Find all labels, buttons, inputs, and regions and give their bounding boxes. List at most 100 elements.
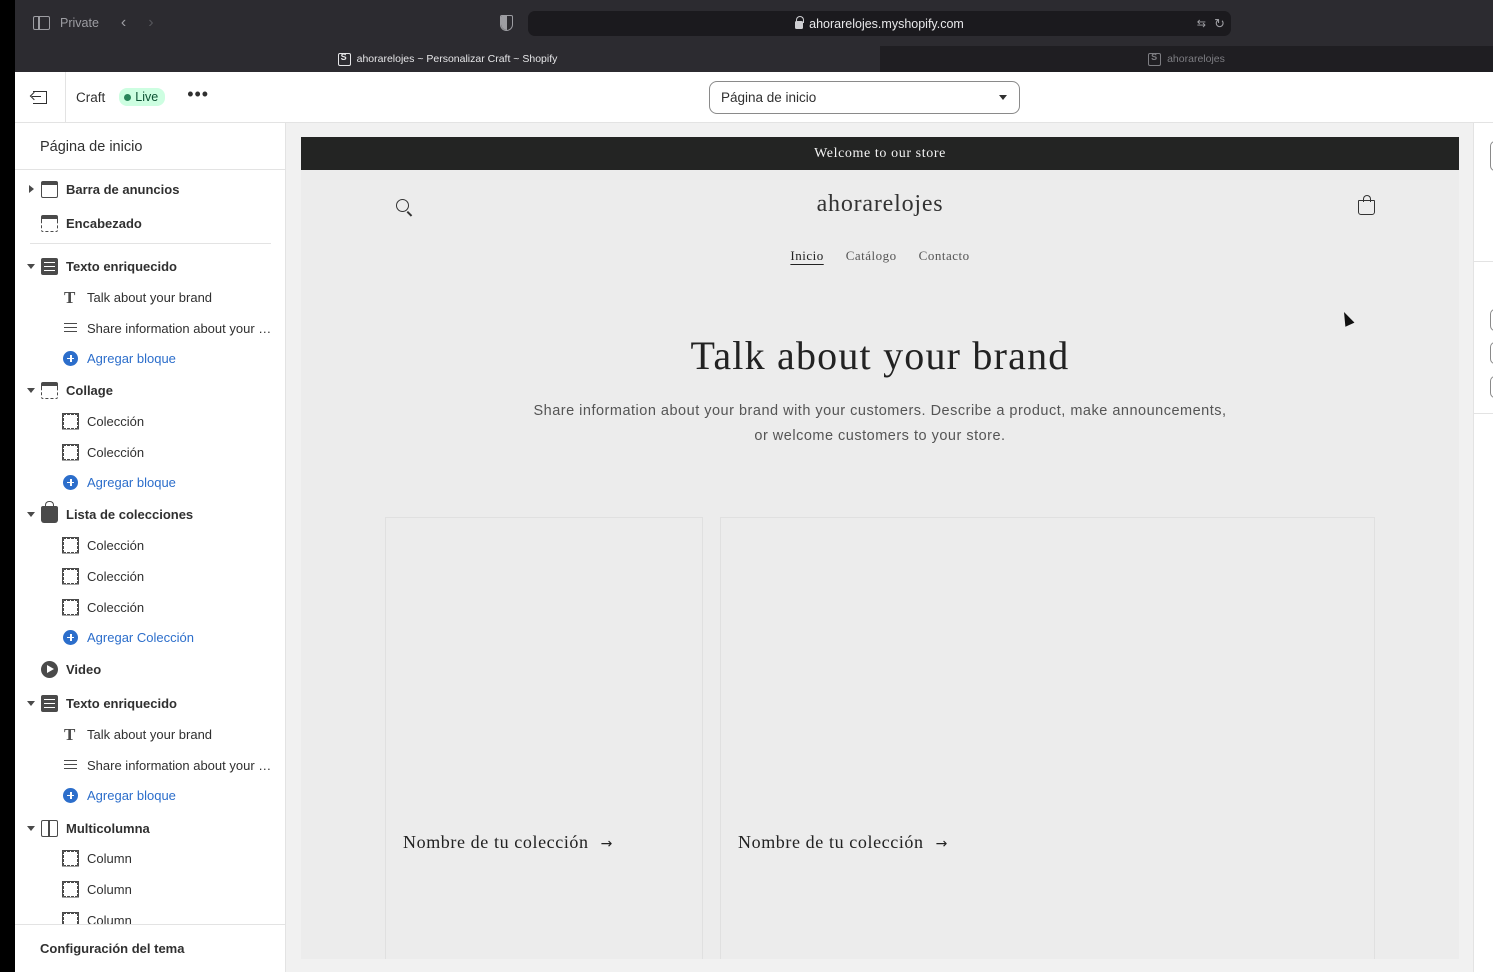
store-logo[interactable]: ahorarelojes [301,191,1459,218]
block-column[interactable]: Column [15,844,285,872]
section-multicolumn[interactable]: Multicolumna [15,814,285,842]
section-label: Video [66,661,102,677]
add-collection-button[interactable]: Agregar Colección [15,623,285,651]
theme-settings-link[interactable]: Configuración del tema [40,941,184,956]
tab-title: ahorarelojes ~ Personalizar Craft ~ Shop… [356,53,558,65]
block-collection[interactable]: Colección [15,531,285,559]
exit-icon [32,90,47,104]
browser-sidebar-icon[interactable] [33,16,50,30]
nav-link-catalog[interactable]: Catálogo [846,248,897,264]
block-collection[interactable]: Colección [15,407,285,435]
section-label: Multicolumna [66,820,150,836]
collapse-arrow-icon[interactable] [27,825,35,831]
block-label: Colección [87,413,145,429]
arrow-right-icon: → [600,836,613,852]
address-bar[interactable]: ahorarelojes.myshopify.com ⇆ ↻ [528,11,1231,36]
editor-topbar: Craft Live ••• Página de inicio [15,71,1493,123]
collapse-arrow-icon[interactable] [27,700,35,706]
block-heading[interactable]: Talk about your brand [15,720,285,748]
cart-icon[interactable] [1358,195,1375,215]
tab-editor[interactable]: ahorarelojes ~ Personalizar Craft ~ Shop… [15,46,880,72]
section-collection-list[interactable]: Lista de colecciones [15,500,285,528]
forward-icon[interactable]: › [148,14,153,32]
rich-text-icon [41,257,58,275]
text-icon [63,321,78,336]
block-collection[interactable]: Colección [15,438,285,466]
reload-icon[interactable]: ↻ [1214,16,1225,32]
block-frame-icon [63,537,78,553]
collage-card[interactable]: Nombre de tu colección → [720,517,1375,959]
block-label: Colección [87,599,145,615]
block-frame-icon [63,850,78,866]
collapse-arrow-icon[interactable] [27,511,35,517]
add-circle-icon [63,350,78,366]
block-label: Colección [87,568,145,584]
block-collection[interactable]: Colección [15,562,285,590]
privacy-shield-icon[interactable] [500,15,513,31]
multicolumn-icon [41,819,58,837]
page-selector[interactable]: Página de inicio [709,81,1020,114]
tab-title: ahorarelojes [1167,53,1225,65]
section-rich-text[interactable]: Texto enriquecido [15,689,285,717]
add-block-button[interactable]: Agregar bloque [15,468,285,496]
block-text[interactable]: Share information about your brand with … [15,314,285,342]
collage-card[interactable]: Nombre de tu colección → [385,517,703,959]
rich-text-body[interactable]: Share information about your brand with … [525,399,1235,449]
live-dot-icon [124,93,132,101]
block-label: Column [87,850,132,866]
block-column[interactable]: Column [15,875,285,903]
add-circle-icon [63,787,78,803]
section-label: Texto enriquecido [66,695,177,711]
section-video[interactable]: Video [15,655,285,683]
section-rich-text[interactable]: Texto enriquecido [15,252,285,280]
more-actions-button[interactable]: ••• [187,85,209,105]
expand-arrow-icon[interactable] [29,185,34,193]
live-badge-label: Live [135,90,159,104]
store-preview: Welcome to our store ahorarelojes Inicio… [301,137,1459,959]
divider [1474,261,1493,262]
tab-storefront[interactable]: ahorarelojes [880,46,1493,72]
block-frame-icon [63,599,78,615]
section-label: Barra de anuncios [66,181,180,197]
sidebar-footer: Configuración del tema [15,924,285,972]
private-mode-label: Private [60,16,99,30]
url-text: ahorarelojes.myshopify.com [809,16,964,31]
add-circle-icon [63,629,78,645]
live-status-badge: Live [119,88,166,106]
announcement-bar[interactable]: Welcome to our store [301,137,1459,170]
rich-text-heading[interactable]: Talk about your brand [301,332,1459,379]
nav-link-contact[interactable]: Contacto [919,248,970,264]
block-heading[interactable]: Talk about your brand [15,283,285,311]
divider [30,243,271,244]
section-label: Collage [66,382,113,398]
translate-icon[interactable]: ⇆ [1197,17,1206,30]
divider [1474,413,1493,414]
page-selector-value: Página de inicio [721,90,817,105]
block-collection[interactable]: Colección [15,593,285,621]
nav-link-home[interactable]: Inicio [790,248,823,264]
back-icon[interactable]: ‹ [121,14,126,32]
collage-icon [41,381,58,399]
header-icon [41,214,58,232]
add-block-button[interactable]: Agregar bloque [15,344,285,372]
heading-icon [63,288,78,308]
collapse-arrow-icon[interactable] [27,263,35,269]
block-text[interactable]: Share information about your brand with … [15,751,285,779]
rich-text-icon [41,694,58,712]
collection-list-icon [41,500,58,523]
store-nav: Inicio Catálogo Contacto [301,248,1459,264]
collapse-arrow-icon[interactable] [27,387,35,393]
exit-editor-button[interactable] [15,71,66,123]
lock-icon [795,16,805,29]
settings-panel [1473,123,1493,972]
add-circle-icon [63,474,78,490]
add-block-button[interactable]: Agregar bloque [15,781,285,809]
tab-strip: ahorarelojes ~ Personalizar Craft ~ Shop… [15,46,1493,72]
add-label: Agregar bloque [87,350,176,366]
browser-toolbar: Private ‹ › ahorarelojes.myshopify.com ⇆… [15,0,1493,46]
section-announcement-bar[interactable]: Barra de anuncios [15,175,285,203]
block-label: Share information about your brand with … [87,320,277,336]
arrow-right-icon: → [935,836,948,852]
section-collage[interactable]: Collage [15,376,285,404]
section-header[interactable]: Encabezado [15,209,285,237]
